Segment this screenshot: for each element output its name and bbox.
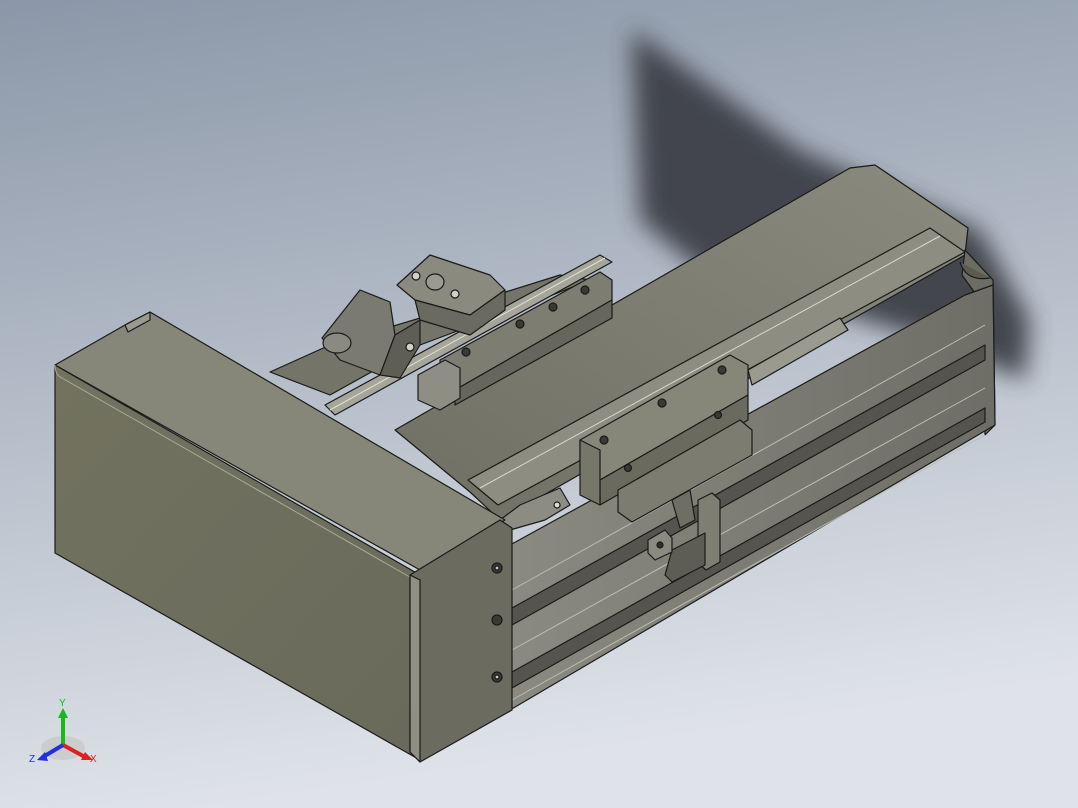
y-axis-label: Y	[59, 698, 66, 709]
z-axis-label: Z	[29, 754, 35, 765]
screw-hole	[515, 319, 525, 329]
screw-hole	[461, 347, 471, 357]
screw-hole	[580, 285, 590, 295]
model-canvas[interactable]: Y X Z	[0, 0, 1078, 808]
screw-hole	[548, 302, 558, 312]
graphics-viewport[interactable]: Y X Z	[0, 0, 1078, 808]
screw-head	[553, 501, 561, 509]
x-axis-label: X	[90, 754, 97, 765]
